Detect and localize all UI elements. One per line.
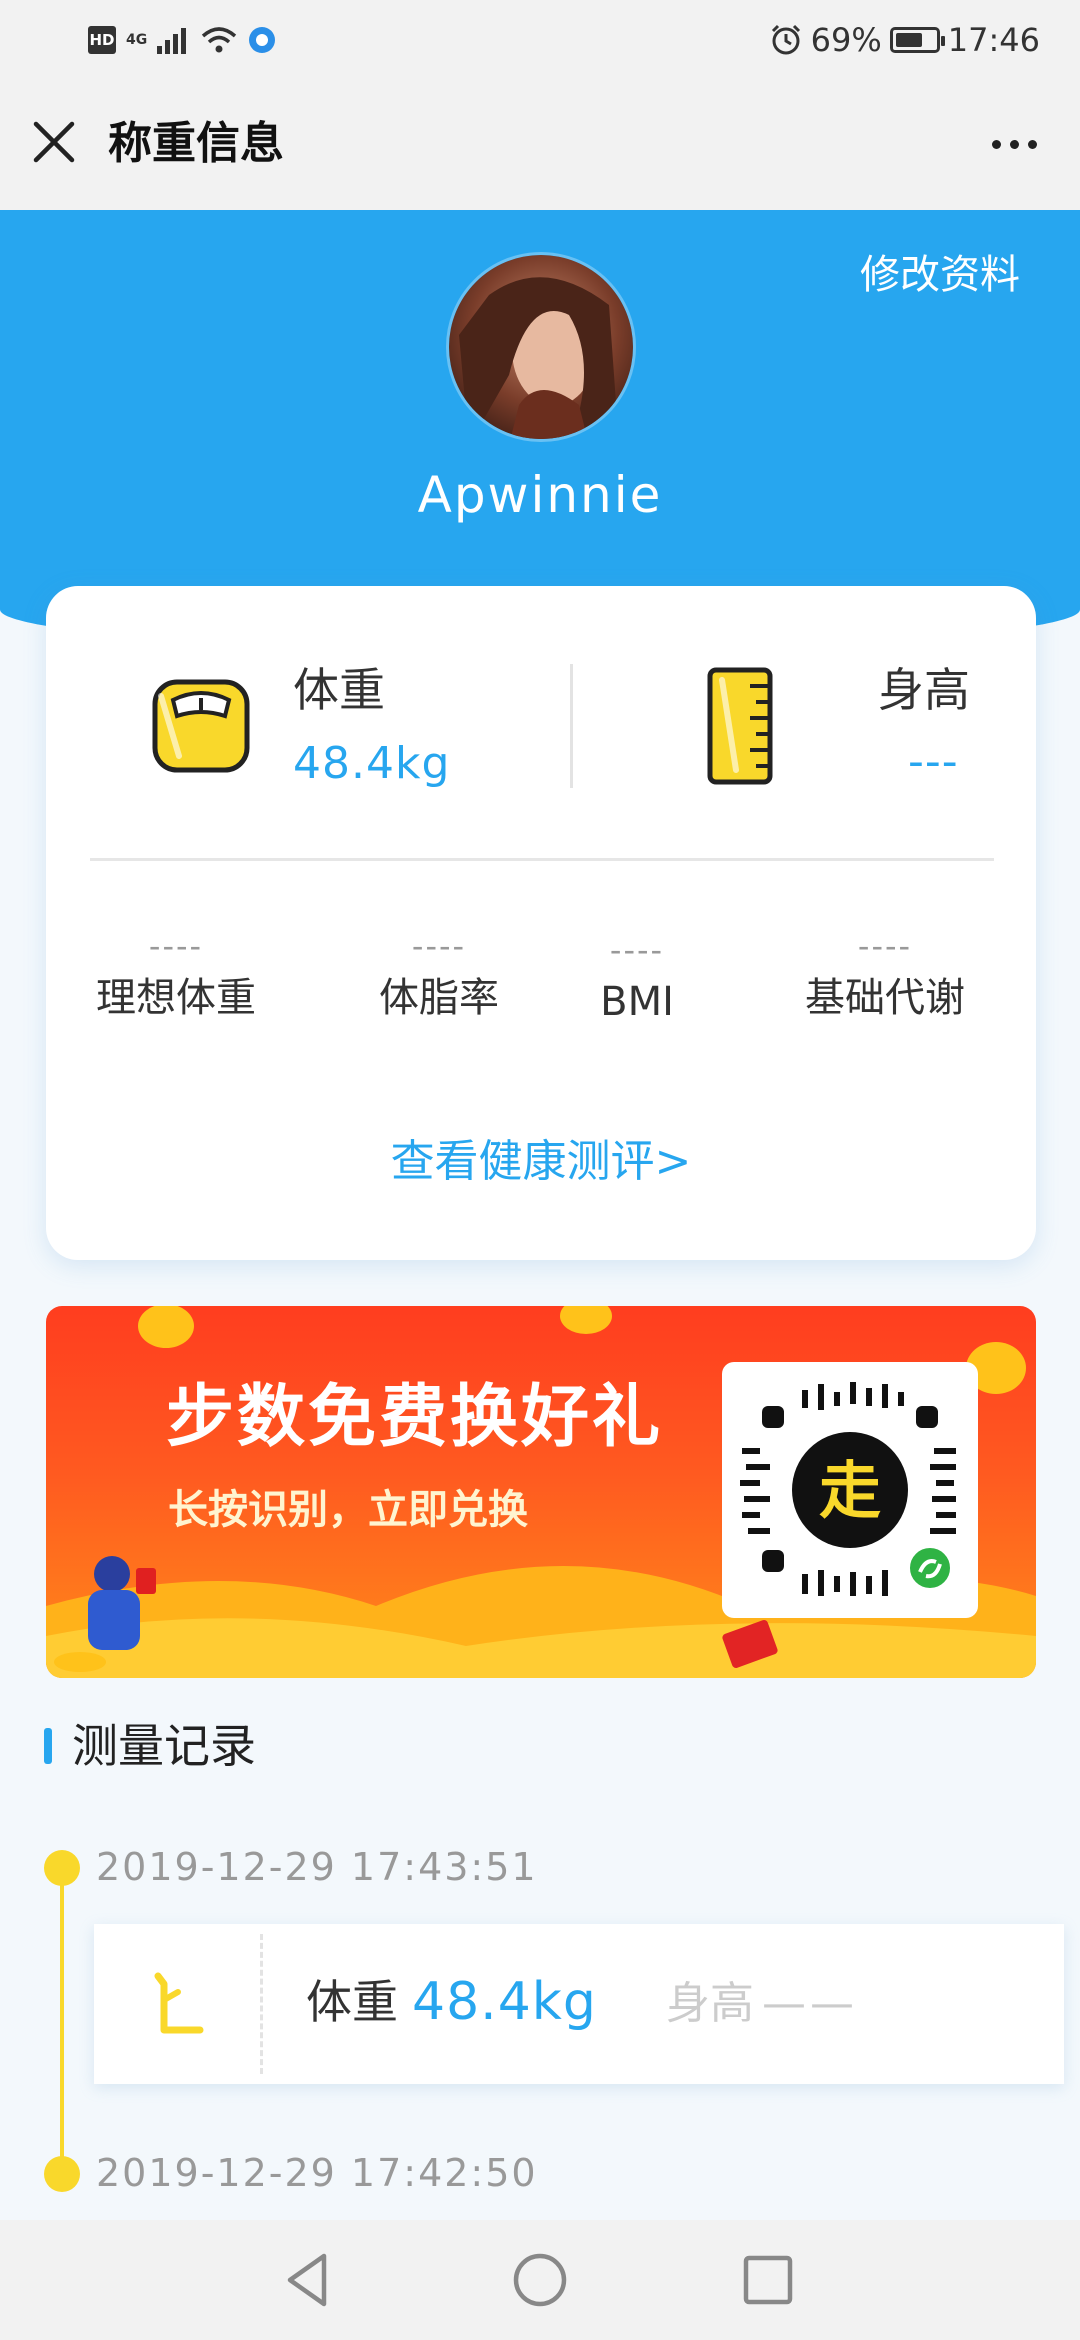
qr-code-icon: 走 [740, 1382, 956, 1596]
back-button[interactable] [276, 2248, 340, 2312]
edit-profile-link[interactable]: 修改资料 [860, 250, 1020, 300]
hd-icon: HD [88, 26, 116, 54]
scale-icon [152, 679, 250, 773]
wifi-icon [202, 27, 237, 53]
battery-percent: 69% [810, 21, 882, 59]
home-circle-icon [513, 2253, 567, 2307]
record-weight-value: 48.4kg [412, 1972, 597, 2032]
stat-value: ---- [857, 927, 913, 965]
section-title: 测量记录 [72, 1719, 256, 1773]
stat-label: 体脂率 [379, 975, 499, 1021]
stat-value: ---- [411, 927, 467, 965]
stat-label: BMI [600, 979, 674, 1025]
height-label: 身高 [878, 663, 970, 717]
record-height-label: 身高 [666, 1978, 754, 2029]
network-type: 4G [126, 32, 148, 48]
back-triangle-icon [287, 2253, 327, 2307]
record-time: 2019-12-29 17:42:50 [96, 2151, 538, 2195]
section-accent-bar [44, 1728, 52, 1764]
dot-icon [1009, 139, 1019, 149]
divider [570, 664, 573, 788]
title-bar: 称重信息 [0, 80, 1080, 210]
record-weight-label: 体重 [306, 1975, 398, 2029]
alarm-icon [771, 24, 800, 55]
stat-label: 理想体重 [96, 975, 256, 1021]
stat-bmi[interactable]: ---- BMI [582, 926, 692, 1030]
weight-metric[interactable]: 体重 48.4kg [151, 656, 511, 796]
stat-bmr[interactable]: ---- 基础代谢 [790, 926, 980, 1026]
stat-value: ---- [609, 931, 665, 969]
qr-center-char: 走 [819, 1454, 881, 1527]
profile-header: 修改资料 Ap​winnie [0, 210, 1080, 650]
banner-title: 步数免费换好礼 [166, 1378, 664, 1457]
timeline-dot [44, 2156, 80, 2192]
battery-icon [889, 27, 945, 53]
record-height-value: —— [762, 1978, 858, 2029]
stat-label: 基础代谢 [805, 975, 965, 1021]
divider [90, 858, 994, 861]
signal-icon [157, 28, 187, 54]
timeline-dot [44, 1850, 80, 1886]
recents-square-icon [743, 2255, 793, 2305]
status-right-icons: 69% 17:46 [769, 20, 1040, 60]
stat-ideal-weight[interactable]: ---- 理想体重 [86, 926, 266, 1026]
health-assessment-link[interactable]: 查看健康测评> [46, 1134, 1036, 1190]
avatar[interactable] [446, 252, 636, 442]
app-notification-icon [249, 27, 276, 53]
stat-value: ---- [148, 927, 204, 965]
weight-record-icon [154, 1972, 204, 2034]
dot-icon [1027, 139, 1037, 149]
promo-banner[interactable]: 步数免费换好礼 长按识别，立即兑换 走 [46, 1306, 1036, 1678]
record-time: 2019-12-29 17:43:51 [96, 1845, 538, 1889]
weight-value: 48.4kg [293, 738, 451, 789]
close-icon [33, 121, 75, 163]
weight-summary-card: 体重 48.4kg 身高 --- ---- 理想体重 ---- 体脂率 ----… [46, 586, 1036, 1260]
records-section-header: 测量记录 [44, 1718, 256, 1774]
height-value: --- [908, 736, 959, 787]
dot-icon [991, 139, 1001, 149]
divider [260, 1934, 263, 2074]
username: Ap​winnie [417, 466, 663, 524]
clock: 17:46 [947, 21, 1040, 59]
ruler-icon [707, 667, 773, 785]
avatar-photo [449, 255, 633, 439]
weight-label: 体重 [293, 663, 385, 717]
recents-button[interactable] [736, 2248, 800, 2312]
height-metric[interactable]: 身高 --- [706, 656, 1006, 796]
more-options-button[interactable] [984, 124, 1044, 164]
page-title: 称重信息 [108, 118, 284, 169]
body-stats: ---- 理想体重 ---- 体脂率 ---- BMI ---- 基础代谢 [46, 926, 1036, 1046]
timeline-line [60, 1868, 64, 2174]
status-left-icons: HD 4G [88, 22, 277, 58]
stat-body-fat[interactable]: ---- 体脂率 [364, 926, 514, 1026]
record-card[interactable]: 体重 48.4kg 身高 —— [94, 1924, 1064, 2084]
system-navigation-bar [0, 2220, 1080, 2340]
status-bar: HD 4G 69% 17:46 [0, 0, 1080, 80]
banner-subtitle: 长按识别，立即兑换 [168, 1487, 528, 1533]
close-button[interactable] [28, 116, 80, 168]
mini-program-qr-code[interactable]: 走 [722, 1362, 978, 1618]
home-button[interactable] [508, 2248, 572, 2312]
